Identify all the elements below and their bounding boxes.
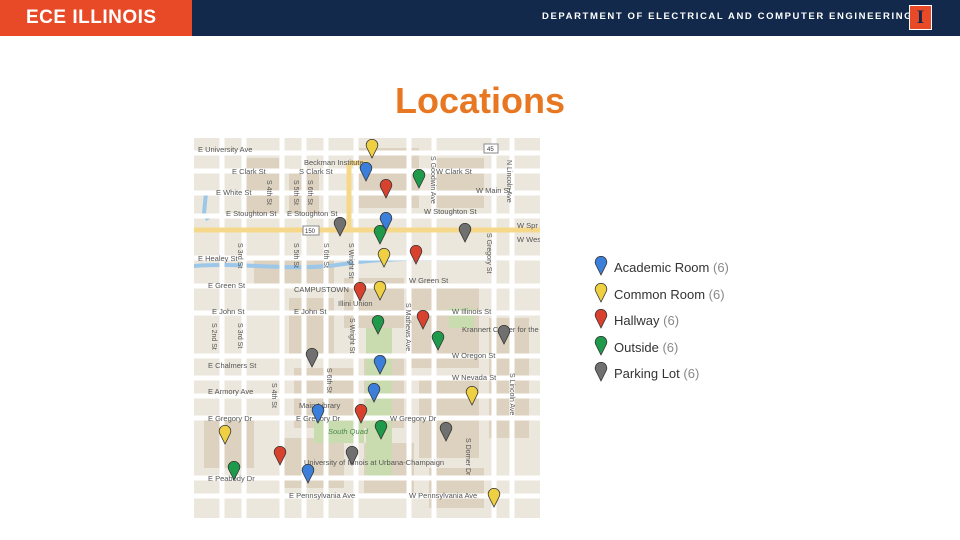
street-label: S Mathews Ave [404,303,411,351]
street-label: E Armory Ave [208,387,253,396]
common-pin-icon [594,282,608,303]
street-label: W Oregon St [452,351,496,360]
street-label: S Lincoln Ave [508,373,515,415]
street-label: W Green St [409,276,449,285]
street-label: E University Ave [198,145,252,154]
street-label: W Gregory Dr [390,414,437,423]
street-label: S 2nd St [210,323,217,350]
legend-count: (6) [683,366,700,381]
legend-label: Hallway [614,313,660,328]
street-label: S Dorner Dr [464,438,471,476]
legend-item-parking[interactable]: Parking Lot (6) [594,362,774,389]
street-label: E Clark St [232,167,267,176]
street-label: S Gregory St [485,233,492,274]
street-label: N Lincoln Ave [505,160,512,203]
street-label: E Gregory Dr [208,414,253,423]
parking-location-pin[interactable] [458,223,472,243]
street-label: S 5th St [292,180,299,205]
department-name: DEPARTMENT OF ELECTRICAL AND COMPUTER EN… [542,11,914,22]
street-label: W Illinois St [452,307,492,316]
legend-count: (6) [708,286,725,302]
map-svg: E University Ave Beckman Institute E Cla… [194,138,540,518]
street-label: S Goodwin Ave [429,156,436,204]
street-label: W Nevada St [452,373,497,382]
legend-label: Common Room [614,286,706,302]
route-45-label: 45 [487,147,494,153]
street-label: Beckman Institute [304,158,364,167]
parking-pin-icon [594,362,608,382]
street-label: S 6th St [306,180,313,205]
street-label: S 5th St [292,243,299,268]
street-label: University of Illinois at Urbana-Champai… [304,458,444,467]
street-label: W West [517,235,540,244]
legend-label: Parking Lot [614,366,680,381]
outside-pin-icon [594,335,608,356]
street-label: E White St [216,188,252,197]
parking-location-pin[interactable] [305,348,319,368]
street-label: S 6th St [322,243,329,268]
street-label: E John St [294,307,327,316]
legend-label: Outside [614,339,659,355]
street-label: S Clark St [299,167,334,176]
street-label: W Clark St [436,167,473,176]
street-label: S Wright St [347,243,354,278]
street-label: Illini Union [338,299,373,308]
legend-item-hallway[interactable]: Hallway (6) [594,309,774,336]
parking-location-pin[interactable] [333,217,347,237]
common-location-pin[interactable] [487,488,501,508]
street-label: S 4th St [270,383,277,408]
legend-count: (6) [713,260,729,275]
legend-label: Academic Room [614,260,710,275]
illinois-block-i-icon[interactable]: I [909,5,932,30]
street-label: E John St [212,307,245,316]
street-label: E Healey St [198,254,239,263]
street-label: W Pennsylvania Ave [409,491,477,500]
street-label: South Quad [328,427,369,436]
street-label: E Stoughton St [287,209,338,218]
route-150-label: 150 [305,229,316,235]
street-label: W Spr [517,221,538,230]
street-label: S 3rd St [236,243,243,268]
header-bar: ECE ILLINOIS DEPARTMENT OF ELECTRICAL AN… [0,0,960,36]
street-label: E Chalmers St [208,361,257,370]
legend: Academic Room (6) Common Room (6) Hallwa… [594,256,774,389]
street-label: S Wright St [348,318,355,353]
street-label: CAMPUSTOWN [294,285,349,294]
legend-item-common[interactable]: Common Room (6) [594,282,774,310]
outside-location-pin[interactable] [373,225,387,245]
street-label: E Stoughton St [226,209,277,218]
legend-count: (6) [662,339,679,355]
page-title: Locations [394,80,565,121]
hallway-location-pin[interactable] [409,245,423,265]
street-label: S 6th St [325,368,332,393]
street-label: E Green St [208,281,246,290]
campus-map[interactable]: E University Ave Beckman Institute E Cla… [194,138,540,518]
common-location-pin[interactable] [377,248,391,268]
legend-item-outside[interactable]: Outside (6) [594,335,774,363]
street-label: W Stoughton St [424,207,477,216]
street-label: S 3rd St [236,323,243,348]
legend-item-academic[interactable]: Academic Room (6) [594,256,774,283]
academic-pin-icon [594,256,608,276]
street-label: E Pennsylvania Ave [289,491,355,500]
hallway-pin-icon [594,309,608,329]
brand-logo-text[interactable]: ECE ILLINOIS [0,0,192,36]
street-label: S 4th St [265,180,272,205]
legend-count: (6) [663,313,680,328]
